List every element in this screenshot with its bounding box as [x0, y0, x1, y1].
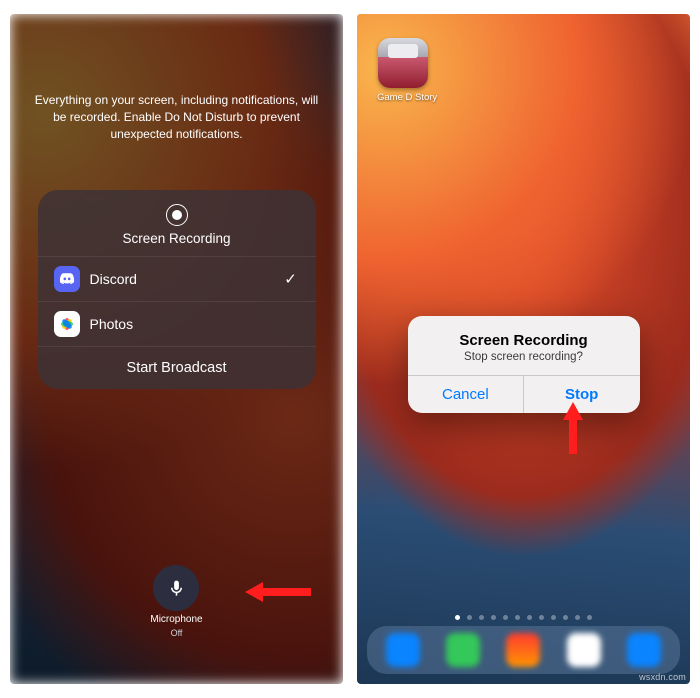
stop-recording-alert: Screen Recording Stop screen recording? … — [408, 316, 640, 413]
watermark: wsxdn.com — [639, 672, 686, 682]
start-broadcast-button[interactable]: Start Broadcast — [38, 346, 316, 389]
annotation-arrow-stop — [563, 402, 583, 454]
dock-app[interactable] — [386, 633, 420, 667]
record-icon — [166, 204, 188, 226]
microphone-icon — [167, 579, 186, 598]
page-dot — [587, 615, 592, 620]
option-label: Photos — [90, 316, 272, 332]
home-screen: Game D Story Screen Recording Stop scree… — [357, 14, 690, 684]
page-indicator[interactable] — [357, 615, 690, 620]
microphone-control: Microphone Off — [150, 565, 202, 638]
alert-actions: Cancel Stop — [408, 375, 640, 413]
broadcast-overlay: Everything on your screen, including not… — [10, 14, 343, 684]
screenshot-stop-alert: Game D Story Screen Recording Stop scree… — [357, 14, 690, 684]
microphone-label: Microphone — [150, 614, 202, 625]
page-dot — [539, 615, 544, 620]
card-title: Screen Recording — [38, 231, 316, 246]
card-header: Screen Recording — [38, 190, 316, 256]
microphone-state: Off — [171, 628, 183, 638]
page-dot — [527, 615, 532, 620]
microphone-toggle-button[interactable] — [153, 565, 199, 611]
alert-message: Stop screen recording? — [424, 351, 624, 363]
app-icon-game-dev-story[interactable]: Game D Story — [377, 38, 429, 103]
recording-disclaimer: Everything on your screen, including not… — [28, 92, 325, 142]
checkmark-icon: ✓ — [282, 270, 300, 288]
page-dot — [479, 615, 484, 620]
dock-app[interactable] — [446, 633, 480, 667]
screenshot-broadcast-picker: Everything on your screen, including not… — [10, 14, 343, 684]
page-dot — [491, 615, 496, 620]
broadcast-target-discord[interactable]: Discord ✓ — [38, 256, 316, 301]
dock-app[interactable] — [627, 633, 661, 667]
option-label: Discord — [90, 271, 272, 287]
page-dot — [551, 615, 556, 620]
page-dot — [575, 615, 580, 620]
app-label: Game D Story — [377, 92, 429, 103]
broadcast-target-photos[interactable]: Photos — [38, 301, 316, 346]
dock — [367, 626, 680, 674]
screen-recording-card: Screen Recording Discord ✓ Photos Start … — [38, 190, 316, 389]
annotation-arrow-microphone — [245, 582, 311, 602]
discord-icon — [54, 266, 80, 292]
start-broadcast-label: Start Broadcast — [127, 360, 227, 376]
app-tile — [378, 38, 428, 88]
dock-app[interactable] — [567, 633, 601, 667]
cancel-button[interactable]: Cancel — [408, 376, 524, 413]
photos-icon — [54, 311, 80, 337]
alert-title: Screen Recording — [424, 332, 624, 349]
page-dot — [455, 615, 460, 620]
page-dot — [515, 615, 520, 620]
page-dot — [503, 615, 508, 620]
page-dot — [467, 615, 472, 620]
page-dot — [563, 615, 568, 620]
dock-app[interactable] — [506, 633, 540, 667]
alert-body: Screen Recording Stop screen recording? — [408, 316, 640, 375]
